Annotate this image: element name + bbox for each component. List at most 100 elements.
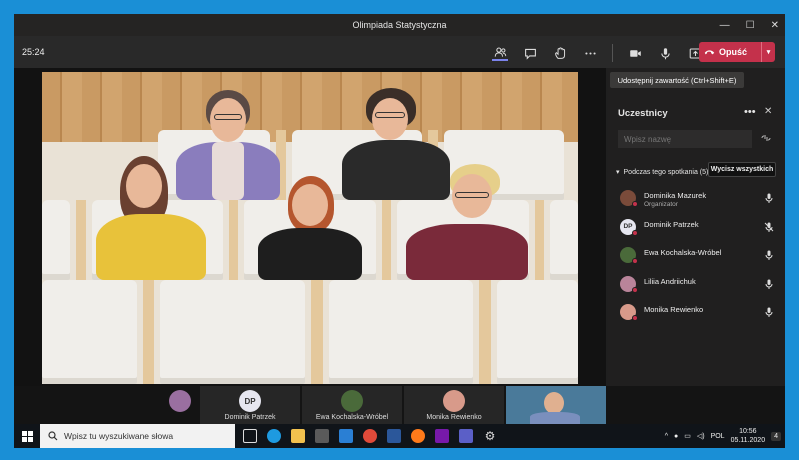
- more-icon[interactable]: [582, 45, 598, 61]
- participant-thumbnail[interactable]: Ewa Kochalska-Wróbel: [302, 386, 402, 424]
- task-view-icon[interactable]: [243, 429, 257, 443]
- participant-name: Monika Rewienko: [644, 305, 704, 314]
- self-view-video: [506, 386, 606, 424]
- store-icon[interactable]: [315, 429, 329, 443]
- thumbnail-name: Monika Rewienko: [426, 414, 482, 421]
- participant-list: Dominika Mazurek Organizator DP Dominik Pat…: [608, 184, 785, 327]
- meeting-timer: 25:24: [22, 47, 45, 57]
- settings-gear-icon[interactable]: ⚙: [483, 429, 497, 443]
- participant-name: Ewa Kochalska-Wróbel: [644, 248, 722, 257]
- teams-window: Olimpiada Statystyczna — ☐ ✕ 25:24 Opuść…: [14, 14, 785, 448]
- video-participant-5: [402, 164, 532, 280]
- phone-hangup-icon: [699, 48, 719, 56]
- share-tooltip: Udostępnij zawartość (Ctrl+Shift+E): [610, 72, 744, 88]
- search-icon: [48, 431, 58, 441]
- panel-title: Uczestnicy: [618, 108, 668, 119]
- panel-close-icon[interactable]: ✕: [764, 106, 772, 117]
- thumbnail-strip: DP Dominik Patrzek Ewa Kochalska-Wróbel Mon…: [14, 386, 785, 424]
- pinned-apps: ⚙: [243, 429, 497, 443]
- video-participant-3: [92, 156, 212, 280]
- participant-role: Organizator: [644, 201, 678, 208]
- chevron-down-icon[interactable]: ▾: [761, 42, 775, 62]
- clock[interactable]: 10:56 05.11.2020: [731, 427, 766, 445]
- windows-start-icon[interactable]: [14, 430, 40, 442]
- section-label: Podczas tego spotkania (5): [623, 168, 709, 176]
- raise-hand-icon[interactable]: [552, 45, 568, 61]
- leave-label: Opuść: [719, 47, 748, 57]
- chevron-down-icon: ▾: [616, 169, 620, 176]
- network-icon[interactable]: ▭: [684, 432, 691, 440]
- participant-row[interactable]: Liliia Andriichuk: [608, 270, 785, 299]
- teams-icon[interactable]: [459, 429, 473, 443]
- avatar: [443, 390, 465, 412]
- mic-icon[interactable]: [764, 250, 774, 260]
- leave-button[interactable]: Opuść ▾: [699, 42, 775, 62]
- minimize-button[interactable]: —: [720, 20, 730, 31]
- notification-badge[interactable]: 4: [771, 431, 781, 441]
- mail-icon[interactable]: [339, 429, 353, 443]
- meeting-toolbar: 25:24 Opuść ▾: [14, 36, 785, 68]
- status-dot: [632, 315, 638, 321]
- video-stage: [14, 68, 606, 386]
- title-bar: Olimpiada Statystyczna — ☐ ✕: [14, 14, 785, 36]
- chat-icon[interactable]: [522, 45, 538, 61]
- volume-icon[interactable]: ◁): [697, 432, 705, 440]
- participant-thumbnail[interactable]: Monika Rewienko: [404, 386, 504, 424]
- system-tray: ^ ● ▭ ◁) POL 10:56 05.11.2020 4: [665, 424, 781, 448]
- together-mode-video: [42, 72, 578, 384]
- tray-mic-icon[interactable]: ●: [674, 433, 678, 440]
- chrome-icon[interactable]: [363, 429, 377, 443]
- taskbar-search-placeholder: Wpisz tu wyszukiwane słowa: [64, 431, 174, 441]
- window-title: Olimpiada Statystyczna: [352, 20, 447, 30]
- clock-time: 10:56: [739, 428, 757, 435]
- status-dot: [632, 286, 638, 293]
- window-controls: — ☐ ✕: [720, 14, 779, 36]
- participant-row[interactable]: Ewa Kochalska-Wróbel: [608, 241, 785, 270]
- file-explorer-icon[interactable]: [291, 429, 305, 443]
- participant-thumbnail[interactable]: [160, 386, 200, 424]
- taskbar-search[interactable]: Wpisz tu wyszukiwane słowa: [40, 424, 235, 448]
- language-indicator[interactable]: POL: [711, 433, 725, 440]
- participant-row[interactable]: Dominika Mazurek Organizator: [608, 184, 785, 213]
- participant-search-input[interactable]: [618, 130, 752, 148]
- participant-row[interactable]: DP Dominik Patrzek: [608, 213, 785, 242]
- firefox-icon[interactable]: [411, 429, 425, 443]
- thumbnail-name: Ewa Kochalska-Wróbel: [315, 414, 389, 421]
- thumbnail-name: Dominik Patrzek: [224, 414, 276, 421]
- participant-name: Dominik Patrzek: [644, 219, 699, 229]
- video-participant-4: [254, 176, 364, 280]
- participant-row[interactable]: Monika Rewienko: [608, 298, 785, 327]
- status-dot: [632, 229, 638, 236]
- participant-thumbnail[interactable]: DP Dominik Patrzek: [200, 386, 300, 424]
- mic-icon[interactable]: [764, 307, 774, 317]
- participants-panel: Uczestnicy ••• ✕ ▾ Podczas tego spotkani…: [608, 68, 785, 386]
- toolbar-divider: [612, 44, 613, 62]
- camera-icon[interactable]: [627, 45, 643, 61]
- mic-icon[interactable]: [657, 45, 673, 61]
- mute-all-button[interactable]: Wycisz wszystkich: [708, 162, 776, 177]
- section-header[interactable]: ▾ Podczas tego spotkania (5): [616, 168, 709, 177]
- panel-more-icon[interactable]: •••: [744, 106, 756, 118]
- mic-icon[interactable]: [764, 279, 774, 289]
- participant-name: Dominika Mazurek: [644, 191, 707, 200]
- meeting-controls: [492, 44, 703, 62]
- avatar: [341, 390, 363, 412]
- share-invite-icon[interactable]: [761, 134, 771, 142]
- onenote-icon[interactable]: [435, 429, 449, 443]
- avatar: DP: [239, 390, 261, 412]
- status-dot: [632, 201, 638, 207]
- participants-icon[interactable]: [492, 45, 508, 61]
- mic-icon[interactable]: [764, 193, 774, 203]
- status-dot: [632, 258, 638, 264]
- clock-date: 05.11.2020: [730, 437, 766, 444]
- windows-taskbar: Wpisz tu wyszukiwane słowa ⚙ ^ ● ▭ ◁) PO…: [14, 424, 785, 448]
- edge-icon[interactable]: [267, 429, 281, 443]
- maximize-button[interactable]: ☐: [746, 20, 755, 31]
- close-window-button[interactable]: ✕: [771, 20, 779, 31]
- avatar: [169, 390, 191, 412]
- participant-name: Liliia Andriichuk: [644, 276, 696, 286]
- word-icon[interactable]: [387, 429, 401, 443]
- mic-off-icon[interactable]: [764, 222, 774, 232]
- tray-chevron-icon[interactable]: ^: [665, 433, 668, 440]
- seat-row-front: [42, 280, 578, 384]
